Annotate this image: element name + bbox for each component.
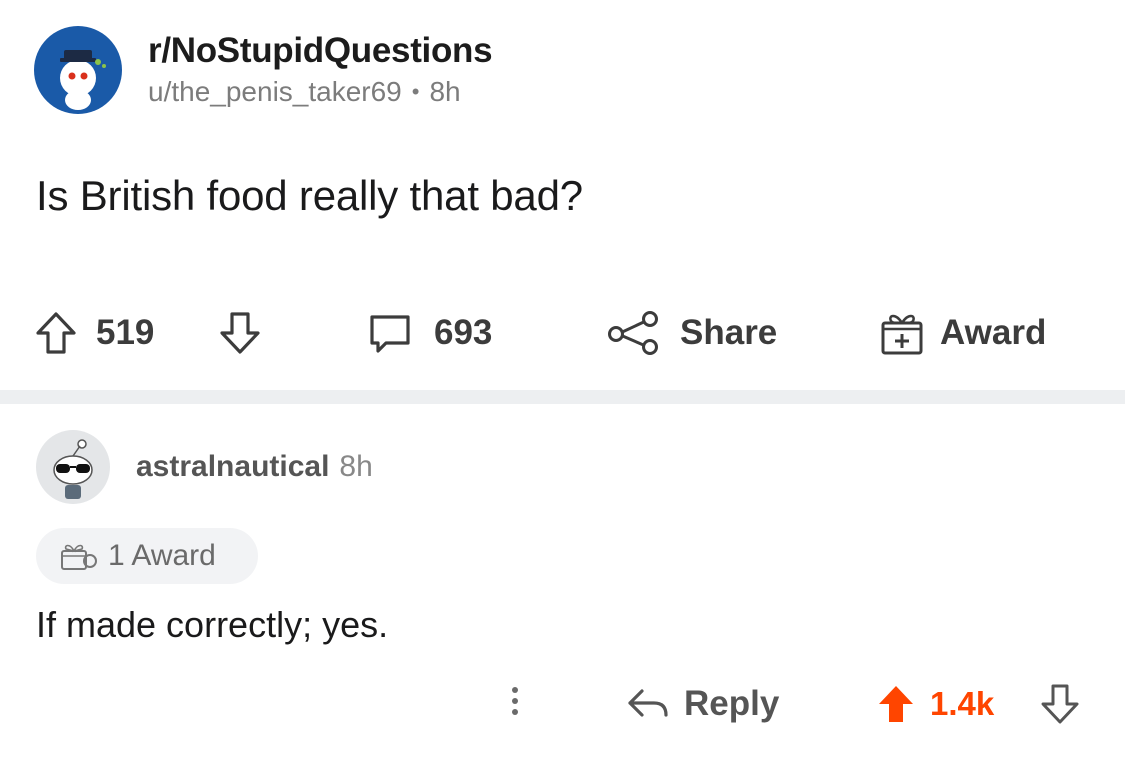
post-vote-count: 519 (96, 313, 155, 352)
post-age: 8h (429, 76, 461, 107)
comment-age: 8h (339, 450, 373, 483)
comment-card: astralnautical 8h 1 Award If made correc… (0, 404, 1125, 768)
post-header: r/NoStupidQuestions u/the_penis_taker69 … (34, 26, 493, 114)
post-comments-button[interactable]: 693 (366, 300, 492, 366)
section-divider (0, 390, 1125, 404)
comment-more-options-button[interactable] (500, 682, 530, 726)
share-label: Share (680, 313, 778, 352)
arrow-up-outline-icon (36, 312, 76, 354)
post-title[interactable]: Is British food really that bad? (36, 172, 583, 220)
comment-score: 1.4k (930, 685, 995, 722)
share-nodes-icon (608, 311, 658, 355)
speech-bubble-icon (370, 315, 410, 353)
commenter-avatar[interactable] (36, 430, 110, 504)
comment-body: If made correctly; yes. (36, 604, 389, 645)
comment-award-count: 1 Award (108, 539, 216, 572)
reddit-thread-view: r/NoStupidQuestions u/the_penis_taker69 … (0, 0, 1125, 768)
vertical-dots-icon (512, 709, 518, 715)
post-comment-count: 693 (434, 313, 493, 352)
comment-reply-button[interactable]: Reply (626, 674, 779, 734)
post-author[interactable]: u/the_penis_taker69 (148, 74, 402, 110)
comment-downvote-button[interactable] (1040, 674, 1080, 734)
comment-award-pill[interactable]: 1 Award (36, 528, 258, 584)
post-downvote-button[interactable] (218, 300, 262, 366)
vertical-dots-icon (512, 687, 518, 693)
post-share-button[interactable]: Share (606, 300, 777, 366)
subreddit-name[interactable]: r/NoStupidQuestions (148, 30, 493, 72)
post-byline: u/the_penis_taker69 • 8h (148, 74, 492, 110)
subreddit-avatar[interactable] (34, 26, 122, 114)
byline-separator: • (411, 79, 420, 104)
comment-author[interactable]: astralnautical (136, 450, 329, 484)
post-action-bar: 519 693 Share Award (0, 300, 1125, 366)
arrow-up-filled-icon (879, 686, 913, 722)
snoo-sunglasses-avatar-icon (53, 439, 93, 499)
reply-arrow-icon (628, 689, 668, 717)
arrow-down-outline-icon (220, 312, 260, 354)
vertical-dots-icon (512, 698, 518, 704)
comment-upvote-button[interactable]: 1.4k (876, 674, 994, 734)
reply-label: Reply (684, 684, 780, 723)
arrow-down-outline-icon (1041, 684, 1079, 724)
post-meta: r/NoStupidQuestions u/the_penis_taker69 … (148, 30, 493, 110)
comment-header: astralnautical 8h (36, 430, 373, 504)
gift-box-icon (881, 314, 923, 355)
snoo-mascot-icon (60, 50, 106, 110)
post-card: r/NoStupidQuestions u/the_penis_taker69 … (0, 0, 1125, 388)
post-upvote-button[interactable]: 519 (34, 300, 154, 366)
award-label: Award (940, 313, 1047, 352)
post-award-button[interactable]: Award (878, 300, 1046, 366)
comment-action-bar: Reply 1.4k (0, 674, 1125, 734)
award-badge-icon (61, 544, 97, 570)
